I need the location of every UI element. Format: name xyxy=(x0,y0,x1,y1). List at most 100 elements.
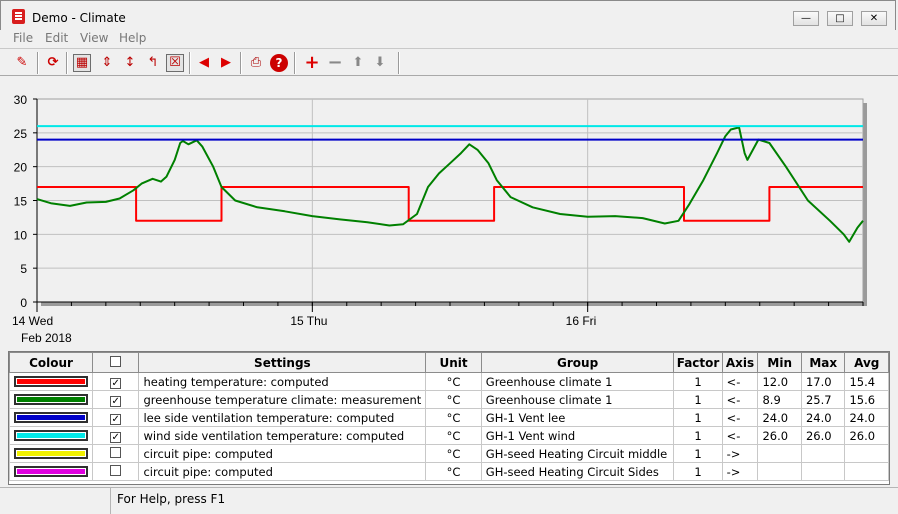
arrow-left-icon[interactable]: ◀ xyxy=(195,54,213,72)
group-cell: Greenhouse climate 1 xyxy=(480,372,675,391)
series-color-swatch[interactable] xyxy=(14,394,88,405)
visible-checkbox[interactable]: ✓ xyxy=(91,408,140,427)
menu-file[interactable]: File xyxy=(13,31,33,45)
series-visible-checkbox[interactable]: ✓ xyxy=(110,413,122,425)
group-cell: GH-seed Heating Circuit Sides xyxy=(480,462,675,481)
factor-cell: 1 xyxy=(673,444,723,463)
visible-checkbox[interactable]: ✓ xyxy=(91,372,140,391)
x-tick-label: 14 Wed xyxy=(12,314,53,328)
min-cell: 26.0 xyxy=(757,426,802,445)
col-group[interactable]: Group xyxy=(480,352,675,373)
status-help-text: For Help, press F1 xyxy=(117,492,226,506)
table-row[interactable]: circuit pipe: computed °C GH-seed Heating … xyxy=(9,462,889,481)
col-colour[interactable]: Colour xyxy=(9,352,93,373)
series-visible-checkbox[interactable]: ✓ xyxy=(110,395,122,407)
series-color-swatch[interactable] xyxy=(14,412,88,423)
visible-checkbox[interactable] xyxy=(91,444,140,463)
help-icon[interactable]: ? xyxy=(270,54,288,72)
refresh-icon[interactable]: ⟳ xyxy=(44,54,62,72)
col-unit[interactable]: Unit xyxy=(425,352,482,373)
cursor-measure-icon[interactable]: ↰ xyxy=(144,54,162,72)
colour-swatch[interactable] xyxy=(9,372,93,391)
series-color-swatch[interactable] xyxy=(14,430,88,441)
menu-view[interactable]: View xyxy=(80,31,108,45)
table-row[interactable]: circuit pipe: computed °C GH-seed Heating … xyxy=(9,444,889,463)
grid-icon[interactable]: ▦ xyxy=(73,54,91,72)
min-cell: 12.0 xyxy=(757,372,802,391)
colour-swatch[interactable] xyxy=(9,408,93,427)
close-button[interactable]: ✕ xyxy=(861,11,887,26)
axis-cell: -> xyxy=(721,462,759,481)
series-color-swatch[interactable] xyxy=(14,466,88,477)
print-icon[interactable]: ⎙ xyxy=(247,54,265,72)
col-visible[interactable] xyxy=(91,352,140,373)
move-up-icon[interactable]: ⬆ xyxy=(349,54,367,72)
col-max[interactable]: Max xyxy=(800,352,846,373)
series-visible-checkbox[interactable]: ✓ xyxy=(110,431,122,443)
unit-cell: °C xyxy=(425,426,482,445)
unit-cell: °C xyxy=(425,444,482,463)
series-color-swatch[interactable] xyxy=(14,376,88,387)
line-chart[interactable]: 0 5 10 15 20 25 30 14 Wed Feb 2018 15 Thu 16 Fri xyxy=(8,80,890,346)
chart-area[interactable]: 0 5 10 15 20 25 30 14 Wed Feb 2018 15 Thu 16 Fri xyxy=(8,80,890,346)
series-visible-checkbox[interactable]: ✓ xyxy=(110,377,122,389)
factor-cell: 1 xyxy=(673,462,723,481)
table-row[interactable]: ✓ lee side ventilation temperature: compu… xyxy=(9,408,889,427)
x-tick-label: 16 Fri xyxy=(566,314,597,328)
edit-icon[interactable]: ✎ xyxy=(13,54,31,72)
table-row[interactable]: ✓ greenhouse temperature climate: measure… xyxy=(9,390,889,409)
colour-swatch[interactable] xyxy=(9,444,93,463)
axis-cell: <- xyxy=(721,390,759,409)
select-all-checkbox[interactable] xyxy=(110,355,122,367)
max-cell: 17.0 xyxy=(800,372,846,391)
series-table: Colour Settings Unit Group Factor Axis M… xyxy=(9,352,889,481)
series-color-swatch[interactable] xyxy=(14,448,88,459)
remove-icon[interactable]: − xyxy=(326,54,344,72)
col-min[interactable]: Min xyxy=(757,352,802,373)
group-cell: GH-1 Vent wind xyxy=(480,426,675,445)
axis-cell: -> xyxy=(721,444,759,463)
arrow-right-icon[interactable]: ▶ xyxy=(217,54,235,72)
col-settings[interactable]: Settings xyxy=(138,352,427,373)
unit-cell: °C xyxy=(425,408,482,427)
col-axis[interactable]: Axis xyxy=(721,352,759,373)
toolbar: ✎ ⟳ ▦ ⇕ ↕ ↰ ☒ ◀ ▶ ⎙ ? + − ⬆ ⬇ xyxy=(0,48,898,76)
menu-help[interactable]: Help xyxy=(119,31,146,45)
move-down-icon[interactable]: ⬇ xyxy=(371,54,389,72)
table-row[interactable]: ✓ wind side ventilation temperature: comp… xyxy=(9,426,889,445)
avg-cell xyxy=(844,444,889,463)
colour-swatch[interactable] xyxy=(9,426,93,445)
add-icon[interactable]: + xyxy=(303,54,321,72)
clear-icon[interactable]: ☒ xyxy=(166,54,184,72)
app-icon xyxy=(12,9,25,24)
maximize-button[interactable]: □ xyxy=(827,11,853,26)
col-avg[interactable]: Avg xyxy=(844,352,889,373)
menu-edit[interactable]: Edit xyxy=(45,31,68,45)
visible-checkbox[interactable]: ✓ xyxy=(91,426,140,445)
avg-cell xyxy=(844,462,889,481)
compress-vertical-icon[interactable]: ⇕ xyxy=(98,54,116,72)
visible-checkbox[interactable]: ✓ xyxy=(91,390,140,409)
colour-swatch[interactable] xyxy=(9,390,93,409)
table-row[interactable]: ✓ heating temperature: computed °C Greenhou… xyxy=(9,372,889,391)
colour-swatch[interactable] xyxy=(9,462,93,481)
axis-cell: <- xyxy=(721,372,759,391)
axis-cell: <- xyxy=(721,408,759,427)
expand-vertical-icon[interactable]: ↕ xyxy=(121,54,139,72)
series-visible-checkbox[interactable] xyxy=(110,446,122,458)
visible-checkbox[interactable] xyxy=(91,462,140,481)
min-cell xyxy=(757,462,802,481)
y-tick-label: 25 xyxy=(14,127,28,141)
avg-cell: 24.0 xyxy=(844,408,889,427)
x-tick-label: 15 Thu xyxy=(290,314,327,328)
unit-cell: °C xyxy=(425,372,482,391)
setting-cell: greenhouse temperature climate: measurem… xyxy=(138,390,427,409)
series-visible-checkbox[interactable] xyxy=(110,464,122,476)
max-cell xyxy=(800,462,846,481)
minimize-button[interactable]: — xyxy=(793,11,819,26)
col-factor[interactable]: Factor xyxy=(673,352,723,373)
status-bar: For Help, press F1 xyxy=(0,487,898,514)
factor-cell: 1 xyxy=(673,408,723,427)
max-cell xyxy=(800,444,846,463)
max-cell: 24.0 xyxy=(800,408,846,427)
